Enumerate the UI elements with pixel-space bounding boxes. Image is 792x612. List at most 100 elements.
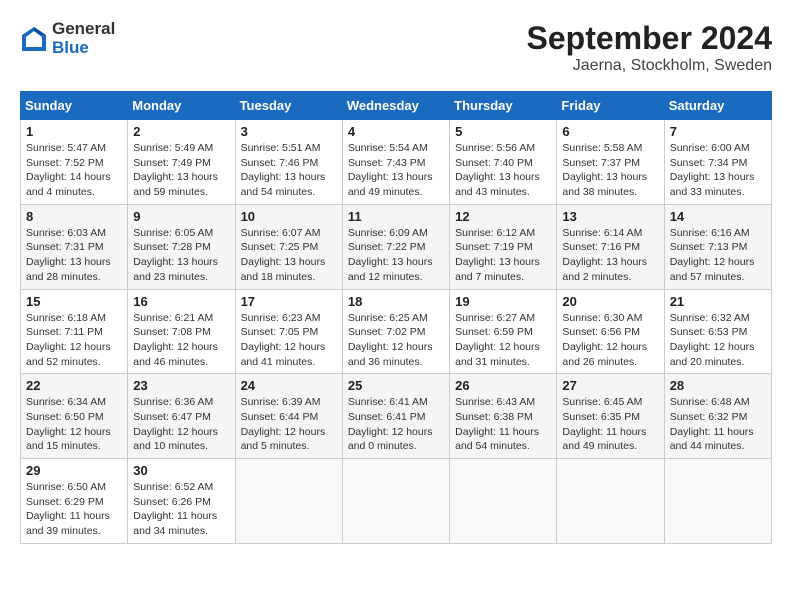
empty-cell	[557, 459, 664, 544]
day-info: Sunrise: 6:05 AMSunset: 7:28 PMDaylight:…	[133, 226, 229, 285]
day-info: Sunrise: 6:03 AMSunset: 7:31 PMDaylight:…	[26, 226, 122, 285]
day-info: Sunrise: 6:12 AMSunset: 7:19 PMDaylight:…	[455, 226, 551, 285]
day-number: 18	[348, 294, 444, 309]
day-number: 19	[455, 294, 551, 309]
day-number: 25	[348, 378, 444, 393]
table-row: 23 Sunrise: 6:36 AMSunset: 6:47 PMDaylig…	[128, 374, 235, 459]
header-tuesday: Tuesday	[235, 92, 342, 120]
day-info: Sunrise: 6:48 AMSunset: 6:32 PMDaylight:…	[670, 395, 766, 454]
table-row: 7 Sunrise: 6:00 AMSunset: 7:34 PMDayligh…	[664, 120, 771, 205]
day-number: 4	[348, 124, 444, 139]
day-info: Sunrise: 5:54 AMSunset: 7:43 PMDaylight:…	[348, 141, 444, 200]
day-info: Sunrise: 6:34 AMSunset: 6:50 PMDaylight:…	[26, 395, 122, 454]
table-row: 12 Sunrise: 6:12 AMSunset: 7:19 PMDaylig…	[450, 204, 557, 289]
day-number: 23	[133, 378, 229, 393]
table-row: 8 Sunrise: 6:03 AMSunset: 7:31 PMDayligh…	[21, 204, 128, 289]
day-number: 17	[241, 294, 337, 309]
table-row: 11 Sunrise: 6:09 AMSunset: 7:22 PMDaylig…	[342, 204, 449, 289]
day-info: Sunrise: 6:36 AMSunset: 6:47 PMDaylight:…	[133, 395, 229, 454]
header-thursday: Thursday	[450, 92, 557, 120]
day-number: 22	[26, 378, 122, 393]
table-row: 20 Sunrise: 6:30 AMSunset: 6:56 PMDaylig…	[557, 289, 664, 374]
calendar-table: Sunday Monday Tuesday Wednesday Thursday…	[20, 91, 772, 544]
table-row: 18 Sunrise: 6:25 AMSunset: 7:02 PMDaylig…	[342, 289, 449, 374]
day-info: Sunrise: 5:47 AMSunset: 7:52 PMDaylight:…	[26, 141, 122, 200]
day-info: Sunrise: 6:07 AMSunset: 7:25 PMDaylight:…	[241, 226, 337, 285]
day-number: 14	[670, 209, 766, 224]
empty-cell	[664, 459, 771, 544]
day-number: 7	[670, 124, 766, 139]
day-number: 9	[133, 209, 229, 224]
logo: General Blue	[20, 20, 115, 57]
day-number: 11	[348, 209, 444, 224]
table-row: 30 Sunrise: 6:52 AMSunset: 6:26 PMDaylig…	[128, 459, 235, 544]
day-info: Sunrise: 6:30 AMSunset: 6:56 PMDaylight:…	[562, 311, 658, 370]
day-number: 8	[26, 209, 122, 224]
table-row: 3 Sunrise: 5:51 AMSunset: 7:46 PMDayligh…	[235, 120, 342, 205]
empty-cell	[235, 459, 342, 544]
day-info: Sunrise: 6:00 AMSunset: 7:34 PMDaylight:…	[670, 141, 766, 200]
day-info: Sunrise: 5:49 AMSunset: 7:49 PMDaylight:…	[133, 141, 229, 200]
day-number: 30	[133, 463, 229, 478]
table-row: 27 Sunrise: 6:45 AMSunset: 6:35 PMDaylig…	[557, 374, 664, 459]
calendar-row: 22 Sunrise: 6:34 AMSunset: 6:50 PMDaylig…	[21, 374, 772, 459]
header-sunday: Sunday	[21, 92, 128, 120]
day-info: Sunrise: 6:21 AMSunset: 7:08 PMDaylight:…	[133, 311, 229, 370]
day-number: 28	[670, 378, 766, 393]
day-info: Sunrise: 6:16 AMSunset: 7:13 PMDaylight:…	[670, 226, 766, 285]
day-number: 10	[241, 209, 337, 224]
day-info: Sunrise: 6:27 AMSunset: 6:59 PMDaylight:…	[455, 311, 551, 370]
day-number: 27	[562, 378, 658, 393]
table-row: 15 Sunrise: 6:18 AMSunset: 7:11 PMDaylig…	[21, 289, 128, 374]
day-info: Sunrise: 6:14 AMSunset: 7:16 PMDaylight:…	[562, 226, 658, 285]
day-info: Sunrise: 5:58 AMSunset: 7:37 PMDaylight:…	[562, 141, 658, 200]
table-row: 22 Sunrise: 6:34 AMSunset: 6:50 PMDaylig…	[21, 374, 128, 459]
table-row: 21 Sunrise: 6:32 AMSunset: 6:53 PMDaylig…	[664, 289, 771, 374]
day-info: Sunrise: 6:52 AMSunset: 6:26 PMDaylight:…	[133, 480, 229, 539]
day-info: Sunrise: 6:41 AMSunset: 6:41 PMDaylight:…	[348, 395, 444, 454]
day-number: 3	[241, 124, 337, 139]
day-info: Sunrise: 6:18 AMSunset: 7:11 PMDaylight:…	[26, 311, 122, 370]
empty-cell	[342, 459, 449, 544]
empty-cell	[450, 459, 557, 544]
table-row: 2 Sunrise: 5:49 AMSunset: 7:49 PMDayligh…	[128, 120, 235, 205]
table-row: 26 Sunrise: 6:43 AMSunset: 6:38 PMDaylig…	[450, 374, 557, 459]
table-row: 17 Sunrise: 6:23 AMSunset: 7:05 PMDaylig…	[235, 289, 342, 374]
table-row: 28 Sunrise: 6:48 AMSunset: 6:32 PMDaylig…	[664, 374, 771, 459]
day-number: 13	[562, 209, 658, 224]
table-row: 14 Sunrise: 6:16 AMSunset: 7:13 PMDaylig…	[664, 204, 771, 289]
day-number: 21	[670, 294, 766, 309]
logo-text: General Blue	[52, 20, 115, 57]
title-block: September 2024 Jaerna, Stockholm, Sweden	[527, 20, 772, 75]
calendar-row: 8 Sunrise: 6:03 AMSunset: 7:31 PMDayligh…	[21, 204, 772, 289]
table-row: 6 Sunrise: 5:58 AMSunset: 7:37 PMDayligh…	[557, 120, 664, 205]
day-number: 20	[562, 294, 658, 309]
table-row: 9 Sunrise: 6:05 AMSunset: 7:28 PMDayligh…	[128, 204, 235, 289]
day-number: 12	[455, 209, 551, 224]
header-saturday: Saturday	[664, 92, 771, 120]
table-row: 29 Sunrise: 6:50 AMSunset: 6:29 PMDaylig…	[21, 459, 128, 544]
day-info: Sunrise: 6:50 AMSunset: 6:29 PMDaylight:…	[26, 480, 122, 539]
day-number: 15	[26, 294, 122, 309]
day-number: 24	[241, 378, 337, 393]
day-info: Sunrise: 6:43 AMSunset: 6:38 PMDaylight:…	[455, 395, 551, 454]
day-info: Sunrise: 6:39 AMSunset: 6:44 PMDaylight:…	[241, 395, 337, 454]
logo-icon	[20, 25, 48, 53]
table-row: 16 Sunrise: 6:21 AMSunset: 7:08 PMDaylig…	[128, 289, 235, 374]
day-info: Sunrise: 6:45 AMSunset: 6:35 PMDaylight:…	[562, 395, 658, 454]
table-row: 19 Sunrise: 6:27 AMSunset: 6:59 PMDaylig…	[450, 289, 557, 374]
header-friday: Friday	[557, 92, 664, 120]
page-header: General Blue September 2024 Jaerna, Stoc…	[20, 20, 772, 75]
header-wednesday: Wednesday	[342, 92, 449, 120]
day-info: Sunrise: 6:09 AMSunset: 7:22 PMDaylight:…	[348, 226, 444, 285]
table-row: 5 Sunrise: 5:56 AMSunset: 7:40 PMDayligh…	[450, 120, 557, 205]
calendar-row: 29 Sunrise: 6:50 AMSunset: 6:29 PMDaylig…	[21, 459, 772, 544]
table-row: 10 Sunrise: 6:07 AMSunset: 7:25 PMDaylig…	[235, 204, 342, 289]
day-number: 26	[455, 378, 551, 393]
day-number: 16	[133, 294, 229, 309]
table-row: 25 Sunrise: 6:41 AMSunset: 6:41 PMDaylig…	[342, 374, 449, 459]
table-row: 13 Sunrise: 6:14 AMSunset: 7:16 PMDaylig…	[557, 204, 664, 289]
day-number: 5	[455, 124, 551, 139]
day-info: Sunrise: 6:25 AMSunset: 7:02 PMDaylight:…	[348, 311, 444, 370]
month-title: September 2024	[527, 20, 772, 57]
